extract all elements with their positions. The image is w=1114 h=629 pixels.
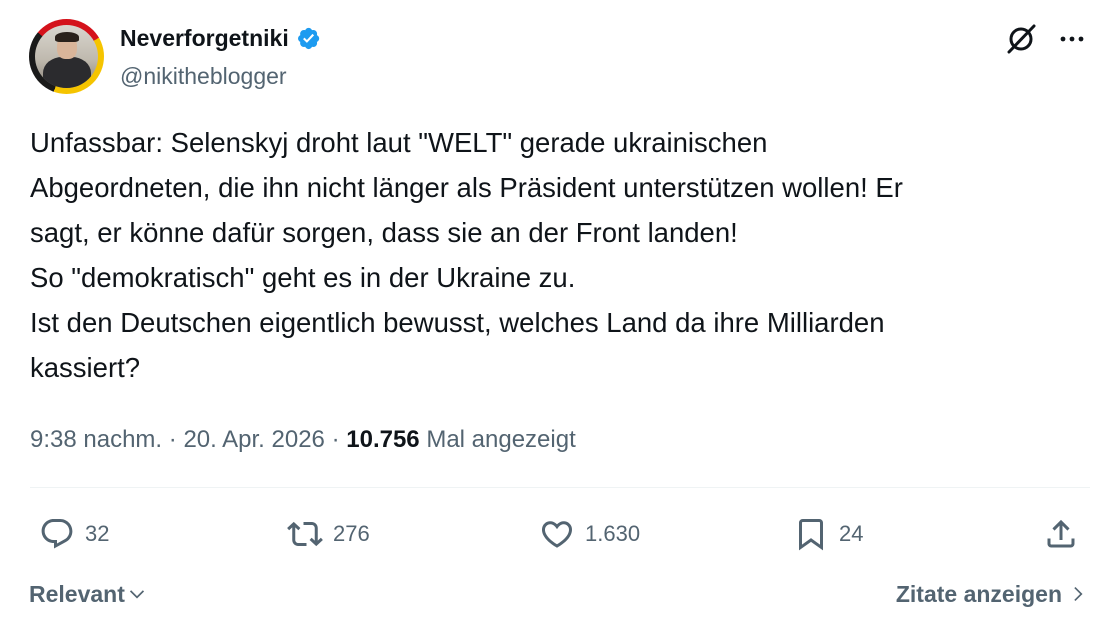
grok-icon[interactable]: [1003, 21, 1039, 57]
sort-label: Relevant: [29, 581, 125, 607]
repost-count: 276: [333, 521, 370, 546]
meta-separator: ·: [331, 426, 340, 453]
chevron-down-icon: [129, 590, 144, 599]
like-button[interactable]: 1.630: [539, 510, 640, 558]
tweet-meta: 9:38 nachm. · 20. Apr. 2026 · 10.756 Mal…: [30, 420, 576, 460]
view-quotes-link[interactable]: Zitate anzeigen: [896, 576, 1088, 612]
reply-icon: [41, 519, 73, 549]
verified-badge-icon: [297, 27, 319, 49]
reply-count: 32: [85, 521, 110, 546]
avatar-figure-hair: [55, 32, 79, 42]
tweet-time[interactable]: 9:38 nachm.: [30, 426, 162, 453]
quotes-label: Zitate anzeigen: [895, 581, 1062, 607]
divider: [30, 487, 1090, 488]
meta-separator: ·: [168, 426, 177, 453]
author-display-name[interactable]: Neverforgetniki: [120, 22, 321, 54]
tweet-text: Unfassbar: Selenskyj droht laut "WELT" g…: [30, 127, 903, 383]
avatar[interactable]: [29, 19, 104, 94]
author-name-text: Neverforgetniki: [120, 25, 289, 51]
more-icon[interactable]: [1054, 24, 1090, 54]
repost-icon: [287, 521, 323, 547]
bookmark-button[interactable]: 24: [793, 510, 863, 558]
chevron-right-icon: [1074, 586, 1083, 602]
views-label: Mal angezeigt: [426, 426, 576, 453]
bookmark-count: 24: [839, 521, 864, 546]
author-handle[interactable]: @nikitheblogger: [120, 60, 287, 92]
avatar-photo: [35, 25, 98, 88]
share-button[interactable]: [1043, 510, 1079, 558]
reply-sort-dropdown[interactable]: Relevant: [29, 576, 147, 612]
tweet-date[interactable]: 20. Apr. 2026: [183, 426, 324, 453]
reply-button[interactable]: 32: [39, 510, 109, 558]
share-icon: [1047, 519, 1075, 548]
avatar-figure-body: [43, 57, 91, 88]
bookmark-icon: [799, 519, 823, 551]
views-count: 10.756: [346, 426, 420, 453]
repost-button[interactable]: 276: [287, 510, 370, 558]
like-icon: [541, 521, 573, 548]
like-count: 1.630: [585, 521, 641, 546]
